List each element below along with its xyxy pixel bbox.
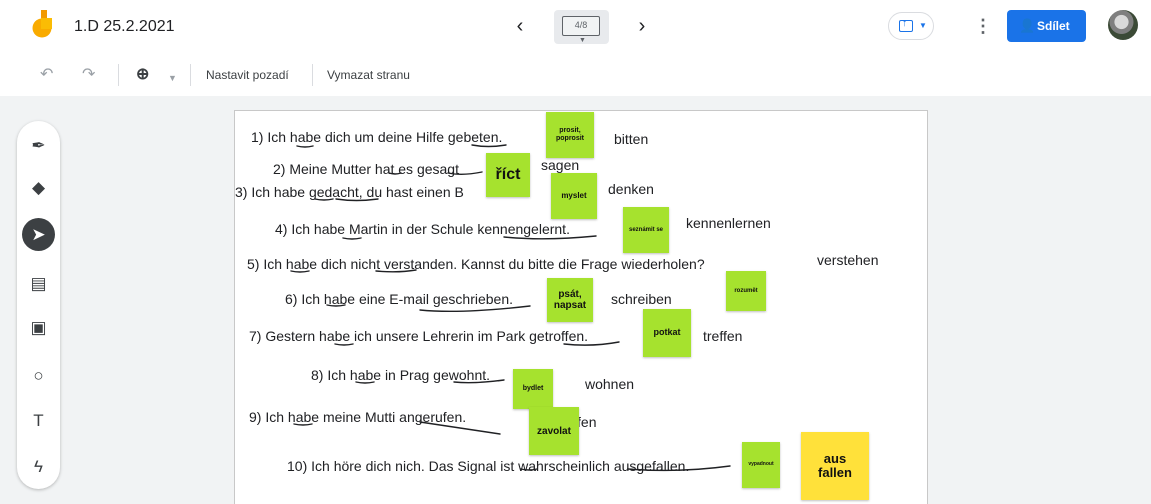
sentence-6[interactable]: 6) Ich habe eine E-mail geschrieben.: [285, 291, 513, 307]
sticky-note[interactable]: seznámit se: [623, 207, 669, 253]
frame-bar-button[interactable]: 4/8 ▼: [554, 10, 609, 44]
share-label: Sdílet: [1037, 19, 1070, 33]
infinitive-sagen[interactable]: sagen: [541, 157, 579, 173]
sentence-3[interactable]: 3) Ich habe gedacht, du hast einen B: [235, 184, 464, 200]
sticky-note[interactable]: aus fallen: [801, 432, 869, 500]
undo-icon[interactable]: ↶: [40, 66, 53, 84]
zoom-icon[interactable]: ⊕: [136, 66, 149, 84]
sticky-note[interactable]: říct: [486, 153, 530, 197]
infinitive-verstehen[interactable]: verstehen: [817, 252, 878, 268]
whiteboard-frame[interactable]: 1) Ich habe dich um deine Hilfe gebeten.…: [234, 110, 928, 504]
infinitive-schreiben[interactable]: schreiben: [611, 291, 672, 307]
laser-icon[interactable]: ϟ: [22, 450, 55, 483]
person-add-icon: 👤: [1019, 18, 1036, 33]
arrow-up-icon: ↑: [902, 18, 907, 29]
sticky-note[interactable]: rozumět: [726, 271, 766, 311]
sentence-4[interactable]: 4) Ich habe Martin in der Schule kenneng…: [275, 221, 570, 237]
toolbar-divider: [312, 64, 313, 86]
sentence-10[interactable]: 10) Ich höre dich nich. Das Signal ist w…: [287, 458, 689, 474]
share-button[interactable]: 👤 Sdílet: [1007, 10, 1086, 42]
chevron-left-icon[interactable]: ‹: [509, 15, 531, 37]
avatar[interactable]: [1108, 10, 1138, 40]
zoom-dropdown-icon[interactable]: ▼: [168, 69, 177, 87]
circle-icon[interactable]: ○: [22, 359, 55, 392]
chevron-right-icon[interactable]: ›: [631, 15, 653, 37]
document-title[interactable]: 1.D 25.2.2021: [74, 18, 175, 36]
sentence-1[interactable]: 1) Ich habe dich um deine Hilfe gebeten.: [251, 129, 502, 145]
infinitive-treffen[interactable]: treffen: [703, 328, 742, 344]
infinitive-bitten[interactable]: bitten: [614, 131, 648, 147]
jamboard-logo-icon[interactable]: [32, 10, 52, 38]
frame-counter: 4/8: [562, 16, 600, 36]
pen-icon[interactable]: ✒: [22, 129, 55, 162]
eraser-icon[interactable]: ◆: [22, 171, 55, 204]
sentence-9[interactable]: 9) Ich habe meine Mutti angerufen.: [249, 409, 466, 425]
set-background-button[interactable]: Nastavit pozadí: [206, 68, 289, 82]
dropdown-arrow-icon: ▼: [919, 21, 927, 30]
toolbar-divider: [190, 64, 191, 86]
infinitive-kennenlernen[interactable]: kennenlernen: [686, 215, 771, 231]
sticky-note[interactable]: potkat: [643, 309, 691, 357]
sticky-note[interactable]: zavolat: [529, 407, 579, 455]
infinitive-wohnen[interactable]: wohnen: [585, 376, 634, 392]
secondary-toolbar: ↶ ↷ ⊕ ▼ Nastavit pozadí Vymazat stranu: [0, 54, 1151, 96]
sentence-5[interactable]: 5) Ich habe dich nicht verstanden. Kanns…: [247, 256, 705, 272]
chevron-down-icon: ▼: [579, 37, 586, 44]
sticky-note[interactable]: vypadnout: [742, 442, 780, 488]
redo-icon[interactable]: ↷: [82, 66, 95, 84]
sentence-2[interactable]: 2) Meine Mutter hat es gesagt: [273, 161, 459, 177]
sentence-7[interactable]: 7) Gestern habe ich unsere Lehrerin im P…: [249, 328, 588, 344]
tool-panel: ✒ ◆ ➤ ▤ ▣ ○ T ϟ: [17, 121, 60, 489]
top-bar: 1.D 25.2.2021 ‹ 4/8 ▼ › ↑ ▼ ⋮ 👤 Sdílet: [0, 0, 1151, 54]
sticky-note[interactable]: prosit, poprosit: [546, 112, 594, 158]
clear-frame-button[interactable]: Vymazat stranu: [327, 68, 410, 82]
image-icon[interactable]: ▣: [22, 311, 55, 344]
sticky-note[interactable]: bydlet: [513, 369, 553, 409]
toolbar-divider: [118, 64, 119, 86]
select-icon[interactable]: ➤: [22, 218, 55, 251]
infinitive-denken[interactable]: denken: [608, 181, 654, 197]
sentence-8[interactable]: 8) Ich habe in Prag gewohnt.: [311, 367, 490, 383]
present-button[interactable]: ↑ ▼: [888, 12, 934, 40]
sticky-note[interactable]: myslet: [551, 173, 597, 219]
more-vert-icon[interactable]: ⋮: [974, 14, 992, 38]
sticky-note-icon[interactable]: ▤: [22, 267, 55, 300]
text-box-icon[interactable]: T: [22, 404, 55, 437]
sticky-note[interactable]: psát, napsat: [547, 278, 593, 322]
